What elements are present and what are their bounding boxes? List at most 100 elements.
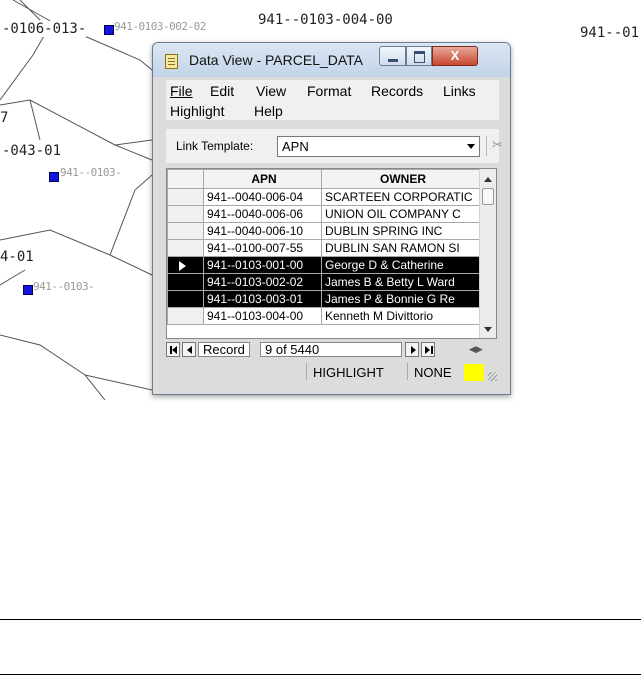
next-record-icon (411, 346, 416, 354)
parcel-marker[interactable] (23, 285, 33, 295)
map-label: -043-01 (2, 143, 62, 159)
first-record-arrow-icon (172, 346, 177, 354)
table-row[interactable]: 941--0103-004-00 Kenneth M Divittorio (167, 307, 482, 325)
row-selector[interactable] (167, 239, 204, 257)
prev-record-icon (187, 346, 192, 354)
window-title: Data View - PARCEL_DATA (189, 52, 364, 68)
parcel-marker[interactable] (49, 172, 59, 182)
map-label: 7 (0, 110, 9, 126)
first-record-button[interactable] (166, 342, 180, 357)
resize-grip-icon[interactable] (488, 372, 497, 381)
scroll-up-icon[interactable] (484, 177, 492, 182)
map-dashed-label: 941-0103-002-02 (114, 20, 206, 33)
toolbar-separator (486, 136, 487, 156)
horizontal-scroll-arrows-icon[interactable]: ◀▶ (469, 342, 487, 357)
owner-cell[interactable]: UNION OIL COMPANY C (321, 205, 482, 223)
minimize-button[interactable] (379, 46, 406, 66)
owner-cell[interactable]: DUBLIN SAN RAMON SI (321, 239, 482, 257)
row-selector[interactable] (167, 307, 204, 325)
menu-records[interactable]: Records (371, 83, 423, 99)
table-row[interactable]: 941--0040-006-06 UNION OIL COMPANY C (167, 205, 482, 223)
owner-cell[interactable]: Kenneth M Divittorio (321, 307, 482, 325)
link-template-label: Link Template: (176, 139, 254, 153)
scroll-down-icon[interactable] (484, 327, 492, 332)
owner-cell[interactable]: SCARTEEN CORPORATIC (321, 188, 482, 206)
apn-cell[interactable]: 941--0103-001-00 (203, 256, 322, 274)
link-template-value: APN (282, 139, 309, 154)
menu-format[interactable]: Format (307, 83, 351, 99)
menu-view[interactable]: View (256, 83, 286, 99)
status-separator (407, 363, 408, 380)
parcel-marker[interactable] (104, 25, 114, 35)
row-selector[interactable] (167, 205, 204, 223)
data-view-window[interactable]: Data View - PARCEL_DATA X File Edit View… (152, 42, 511, 395)
row-selector-header[interactable] (167, 169, 204, 189)
status-separator (306, 363, 307, 380)
apn-cell[interactable]: 941--0103-002-02 (203, 273, 322, 291)
link-template-toolbar: Link Template: APN ✂ (166, 129, 503, 163)
apn-cell[interactable]: 941--0103-003-01 (203, 290, 322, 308)
current-row-arrow-icon (179, 260, 186, 271)
record-position-field[interactable]: 9 of 5440 (260, 342, 402, 357)
close-button[interactable]: X (432, 46, 478, 66)
next-record-button[interactable] (405, 342, 419, 357)
table-row-current[interactable]: 941--0103-001-00 George D & Catherine (167, 256, 482, 274)
status-highlight-mode: NONE (414, 365, 452, 380)
table-row[interactable]: 941--0040-006-04 SCARTEEN CORPORATIC (167, 188, 482, 206)
table-row-highlighted[interactable]: 941--0103-003-01 James P & Bonnie G Re (167, 290, 482, 308)
link-template-select[interactable]: APN (277, 136, 480, 157)
menu-highlight[interactable]: Highlight (170, 103, 224, 119)
records-grid[interactable]: APN OWNER 941--0040-006-04 SCARTEEN CORP… (166, 168, 497, 339)
column-header-apn[interactable]: APN (203, 169, 322, 189)
menu-links[interactable]: Links (443, 83, 476, 99)
vertical-scrollbar[interactable] (479, 169, 496, 338)
row-selector[interactable] (167, 222, 204, 240)
table-row[interactable]: 941--0040-006-10 DUBLIN SPRING INC (167, 222, 482, 240)
menu-bar: File Edit View Format Records Links High… (166, 80, 499, 120)
map-dashed-label: 941--0103- (60, 166, 122, 179)
row-selector[interactable] (167, 256, 204, 274)
map-dashed-label: 941--0103- (33, 280, 95, 293)
row-selector[interactable] (167, 290, 204, 308)
menu-edit[interactable]: Edit (210, 83, 234, 99)
table-header-row: APN OWNER (167, 169, 482, 189)
highlight-color-swatch[interactable] (464, 364, 484, 381)
apn-cell[interactable]: 941--0040-006-04 (203, 188, 322, 206)
scroll-thumb[interactable] (482, 188, 494, 205)
map-label: 941--0103-004-00 (258, 12, 393, 28)
apn-cell[interactable]: 941--0040-006-10 (203, 222, 322, 240)
last-record-icon (431, 346, 433, 354)
records-table: APN OWNER 941--0040-006-04 SCARTEEN CORP… (167, 169, 482, 325)
last-record-arrow-icon (425, 346, 430, 354)
map-label: 941--01 (580, 25, 640, 41)
last-record-button[interactable] (421, 342, 435, 357)
apn-cell[interactable]: 941--0103-004-00 (203, 307, 322, 325)
owner-cell[interactable]: James P & Bonnie G Re (321, 290, 482, 308)
maximize-icon (414, 51, 425, 63)
title-bar[interactable]: Data View - PARCEL_DATA X (153, 43, 510, 77)
maximize-button[interactable] (406, 46, 432, 66)
map-label: 4-01 (0, 249, 34, 265)
column-header-owner[interactable]: OWNER (321, 169, 482, 189)
row-selector[interactable] (167, 273, 204, 291)
prev-record-button[interactable] (182, 342, 196, 357)
record-label: Record (198, 342, 250, 357)
owner-cell[interactable]: James B & Betty L Ward (321, 273, 482, 291)
table-row-highlighted[interactable]: 941--0103-002-02 James B & Betty L Ward (167, 273, 482, 291)
document-icon (165, 54, 178, 69)
menu-file[interactable]: File (170, 83, 193, 99)
status-highlight-label: HIGHLIGHT (313, 365, 384, 380)
record-navigator: Record 9 of 5440 ◀▶ (166, 340, 499, 359)
cut-icon[interactable]: ✂ (492, 137, 503, 153)
apn-cell[interactable]: 941--0100-007-55 (203, 239, 322, 257)
owner-cell[interactable]: DUBLIN SPRING INC (321, 222, 482, 240)
apn-cell[interactable]: 941--0040-006-06 (203, 205, 322, 223)
status-bar: HIGHLIGHT NONE (166, 361, 499, 383)
dropdown-arrow-icon[interactable] (467, 144, 475, 149)
map-label: -0106-013- (2, 21, 87, 37)
minimize-icon (388, 59, 398, 62)
owner-cell[interactable]: George D & Catherine (321, 256, 482, 274)
table-row[interactable]: 941--0100-007-55 DUBLIN SAN RAMON SI (167, 239, 482, 257)
menu-help[interactable]: Help (254, 103, 283, 119)
row-selector[interactable] (167, 188, 204, 206)
